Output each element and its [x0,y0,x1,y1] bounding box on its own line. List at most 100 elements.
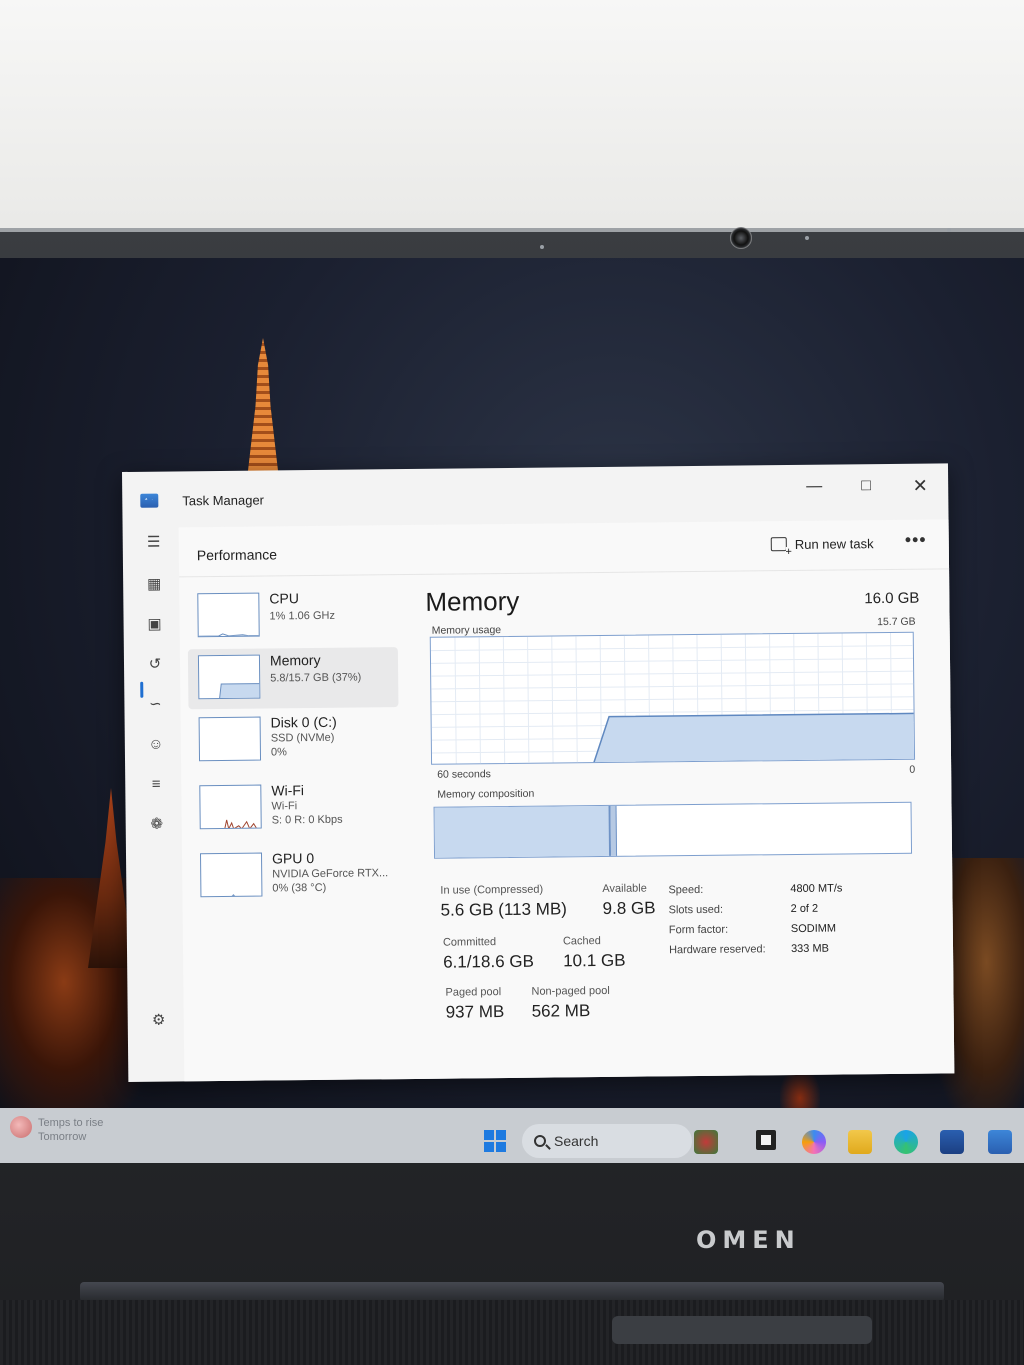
run-new-task-button[interactable]: Run new task [765,528,880,559]
memory-composition-bar[interactable] [433,801,913,859]
nonpaged-pool-value: 562 MB [531,1001,591,1021]
disk-thumbnail [198,716,262,762]
store-icon[interactable] [940,1130,964,1154]
resource-item-disk[interactable]: Disk 0 (C:) SSD (NVMe) 0% [189,709,400,771]
spec-value: SODIMM [790,922,837,936]
resource-detail: 5.8/15.7 GB (37%) [270,671,362,685]
wallpaper-spire [246,338,280,488]
page-title: Performance [196,546,278,564]
details-icon[interactable]: ≡ [147,776,165,794]
resource-detail: NVIDIA GeForce RTX... [272,867,389,881]
weather-icon [10,1116,32,1138]
more-options-button[interactable]: ••• [905,530,927,551]
minimize-button[interactable]: — [794,475,834,499]
resource-name: CPU [269,590,299,607]
search-icon [534,1135,546,1147]
sensor-dot [805,236,809,240]
resource-name: GPU 0 [271,850,315,867]
committed-value: 6.1/18.6 GB [443,951,534,972]
content-area: Performance Run new task ••• CPU 1% 1.06… [178,519,955,1082]
memory-total: 16.0 GB [864,589,920,608]
copilot-icon[interactable] [802,1130,826,1154]
services-icon[interactable]: ❁ [148,816,166,834]
app-history-icon[interactable]: ↺ [146,656,164,674]
omen-logo: OMEN [696,1226,801,1254]
background-wall [0,0,1024,240]
task-manager-icon [140,493,159,508]
resource-detail: 1% 1.06 GHz [269,609,336,623]
weather-widget[interactable]: Temps to rise Tomorrow [10,1116,103,1144]
webcam [730,227,752,249]
resource-detail: SSD (NVMe) [270,731,335,745]
spec-label: Hardware reserved: [668,943,766,957]
memory-composition-label: Memory composition [437,787,535,801]
resource-item-memory[interactable]: Memory 5.8/15.7 GB (37%) [187,647,399,710]
weather-line2: Tomorrow [38,1131,87,1143]
graph-axis-left: 60 seconds [437,768,491,781]
memory-usage-label: Memory usage [431,624,502,637]
graph-axis-right: 0 [909,763,916,776]
cached-value: 10.1 GB [563,950,626,971]
cached-label: Cached [562,935,601,948]
memory-usage-graph [429,631,916,765]
laptop-screen: Task Manager — □ ✕ ☰ ▦ ▣ ↺ ∽ ☺ ≡ ❁ ⚙ Per… [0,258,1024,1163]
memory-detail-pane: Memory 16.0 GB Memory usage 15.7 GB 60 s… [415,575,940,1070]
startup-icon[interactable]: ∽ [146,696,164,714]
page-header: Performance Run new task ••• [178,519,950,578]
nav-rail: ☰ ▦ ▣ ↺ ∽ ☺ ≡ ❁ ⚙ [123,527,185,1082]
task-view-icon[interactable] [756,1130,776,1150]
committed-label: Committed [442,936,497,949]
resource-item-gpu[interactable]: GPU 0 NVIDIA GeForce RTX... 0% (38 °C) [190,845,401,907]
title-bar[interactable]: Task Manager — □ ✕ [122,463,949,528]
window-title: Task Manager [182,492,265,509]
processes-icon[interactable]: ▦ [145,576,163,594]
memory-usage-max: 15.7 GB [877,615,916,629]
resource-item-wifi[interactable]: Wi-Fi Wi-Fi S: 0 R: 0 Kbps [189,777,400,839]
task-manager-window: Task Manager — □ ✕ ☰ ▦ ▣ ↺ ∽ ☺ ≡ ❁ ⚙ Per… [122,463,955,1082]
paged-pool-value: 937 MB [445,1002,505,1022]
composition-modified[interactable] [610,805,618,856]
resource-name: Memory [269,651,321,669]
available-label: Available [602,882,647,895]
resource-item-cpu[interactable]: CPU 1% 1.06 GHz [187,585,398,647]
users-icon[interactable]: ☺ [147,736,165,754]
resource-name: Wi-Fi [271,782,305,799]
file-explorer-icon[interactable] [848,1130,872,1154]
memory-usage-area [592,712,916,765]
composition-in-use[interactable] [434,805,612,858]
memory-thumbnail [197,654,261,700]
performance-icon[interactable]: ▣ [146,616,164,634]
spec-label: Slots used: [668,903,724,917]
search-highlight-icon[interactable] [694,1130,718,1154]
available-value: 9.8 GB [602,898,656,918]
maximize-button[interactable]: □ [846,474,886,498]
gpu-thumbnail [199,852,263,898]
memory-title: Memory [425,585,520,617]
spec-label: Speed: [668,883,704,897]
spec-value: 333 MB [790,942,830,956]
resource-detail: 0% [270,746,287,759]
in-use-value: 5.6 GB (113 MB) [440,899,567,920]
resource-name: Disk 0 (C:) [270,713,337,731]
taskbar-search[interactable]: Search [522,1124,692,1158]
resource-detail: Wi-Fi [271,800,298,813]
nonpaged-pool-label: Non-paged pool [531,984,610,998]
resource-detail: 0% (38 °C) [272,881,327,895]
windows-start-icon[interactable] [484,1130,506,1152]
close-button[interactable]: ✕ [900,473,940,497]
menu-icon[interactable]: ☰ [145,534,163,552]
task-manager-taskbar-icon[interactable] [988,1130,1012,1154]
paged-pool-label: Paged pool [445,986,502,999]
active-indicator [140,681,144,698]
sensor-dot [947,228,951,232]
run-task-icon [770,537,787,552]
in-use-label: In use (Compressed) [440,883,544,897]
laptop-vent [612,1316,872,1344]
taskbar: Temps to rise Tomorrow Search [0,1108,1024,1163]
search-label: Search [554,1133,599,1149]
memory-usage-chart [430,632,916,765]
resource-list: CPU 1% 1.06 GHz Memory 5.8/15.7 GB (37%)… [187,585,404,917]
settings-icon[interactable]: ⚙ [150,1012,168,1030]
spec-value: 2 of 2 [790,902,819,916]
edge-icon[interactable] [894,1130,918,1154]
